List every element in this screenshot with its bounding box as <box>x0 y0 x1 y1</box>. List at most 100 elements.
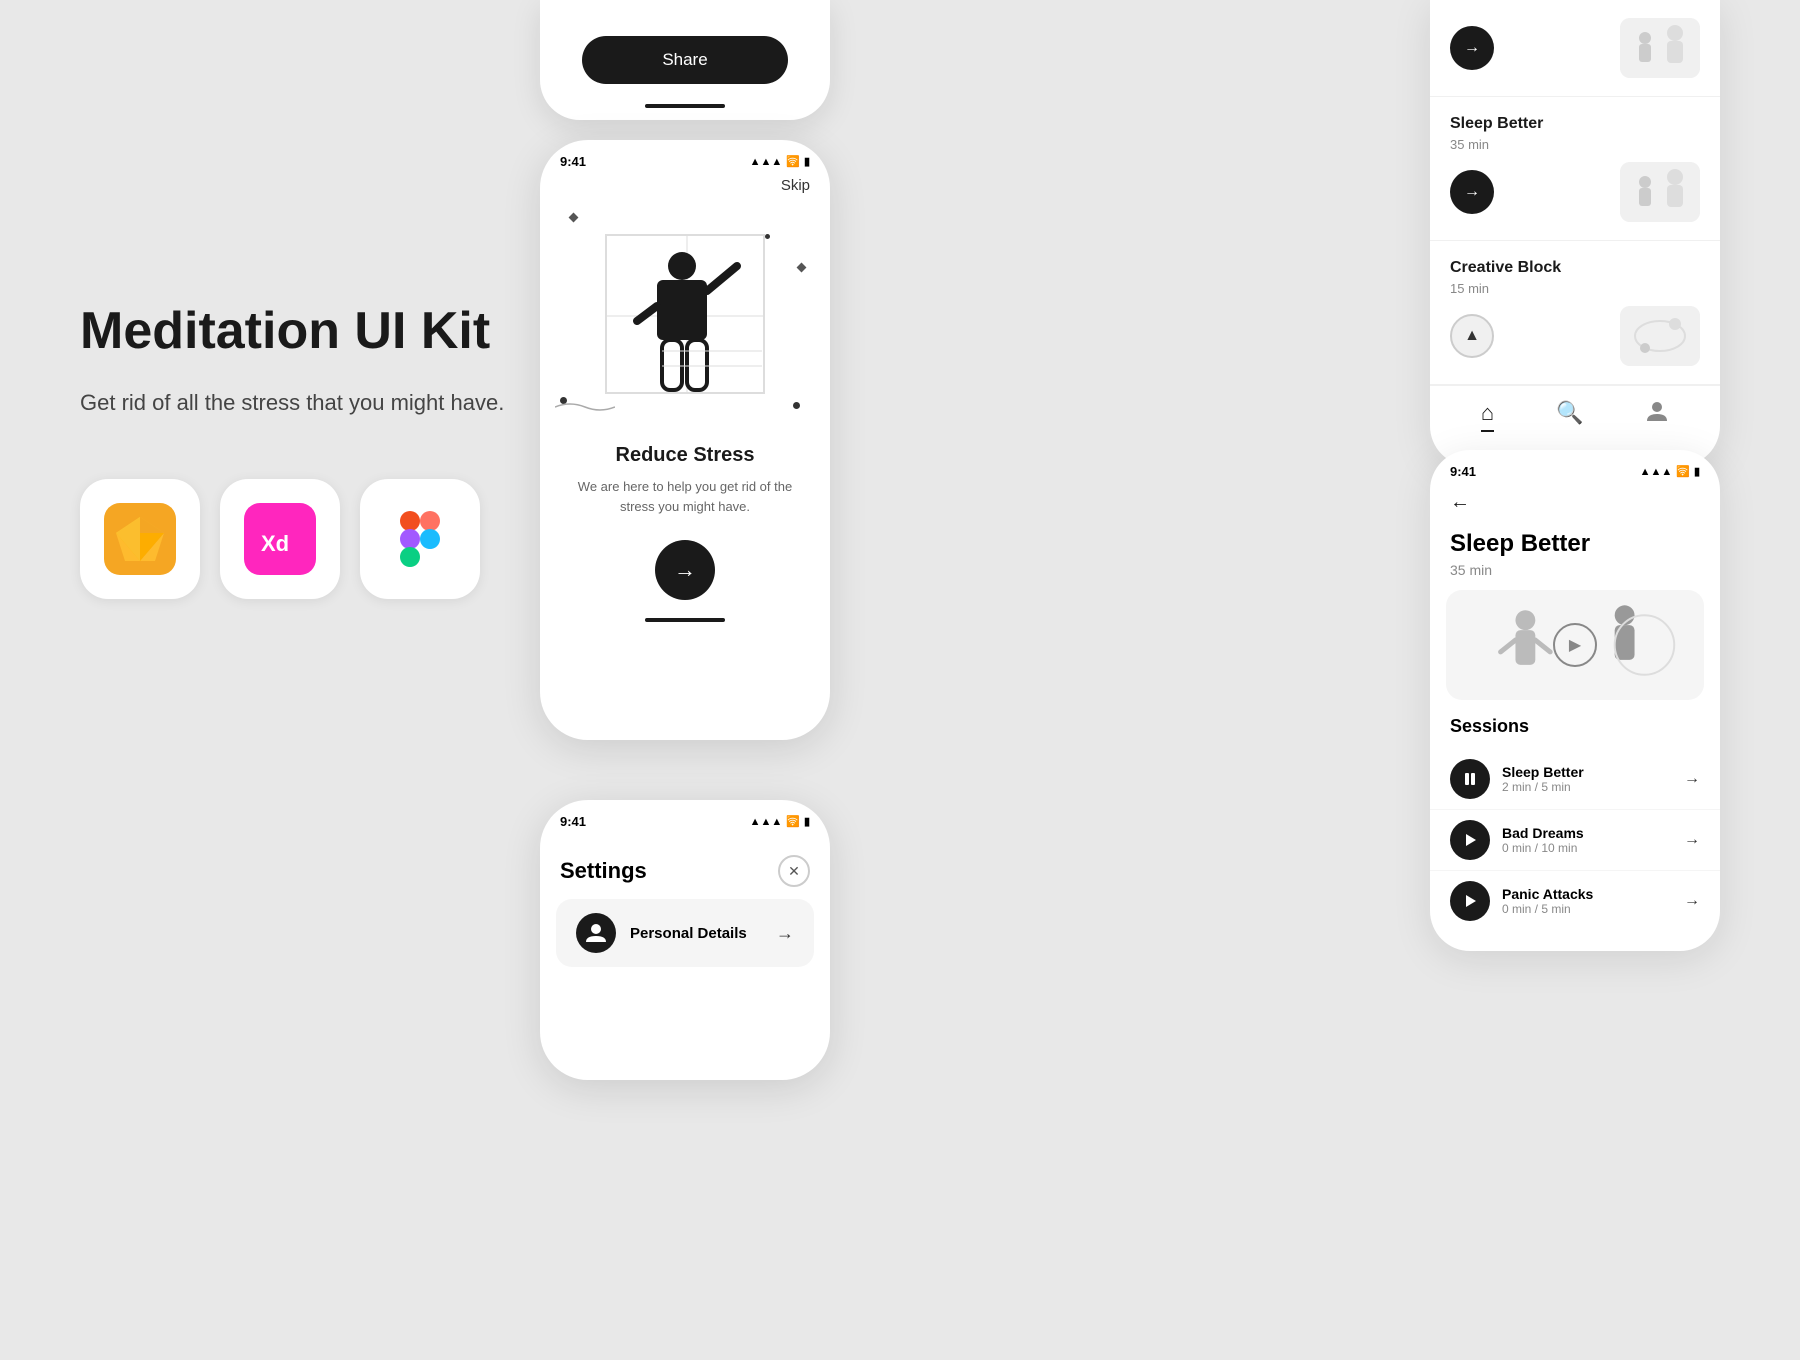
sleep-better-thumb <box>1620 162 1700 222</box>
first-session-thumb <box>1620 18 1700 78</box>
status-bar: 9:41 ▲▲▲ 🛜 ▮ <box>540 140 830 177</box>
detail-play-button[interactable]: ▶ <box>1553 623 1597 667</box>
bottom-navigation: ⌂ 🔍 <box>1430 385 1720 446</box>
personal-details-arrow: → <box>776 923 794 944</box>
creative-block-name: Creative Block <box>1450 259 1700 277</box>
personal-avatar-icon <box>576 913 616 953</box>
sessions-label: Sessions <box>1430 716 1720 749</box>
detail-phone: 9:41 ▲▲▲ 🛜 ▮ ← Sleep Better 35 min ▶ Ses… <box>1430 450 1720 951</box>
session-item-bad-dreams[interactable]: Bad Dreams 0 min / 10 min → <box>1430 810 1720 871</box>
back-arrow-icon: ← <box>1450 491 1470 513</box>
onboard-cta-button[interactable]: → <box>655 540 715 600</box>
settings-close-icon[interactable]: ✕ <box>778 855 810 887</box>
share-button[interactable]: Share <box>582 36 787 84</box>
personal-details-item[interactable]: Personal Details → <box>556 899 814 967</box>
panic-attacks-list-sub: 0 min / 5 min <box>1502 902 1672 916</box>
skip-button[interactable]: Skip <box>540 177 830 204</box>
figma-icon <box>384 503 456 575</box>
session-item-sleep-better[interactable]: Sleep Better 2 min / 5 min → <box>1430 749 1720 810</box>
app-subtitle: Get rid of all the stress that you might… <box>80 386 540 419</box>
detail-duration: 35 min <box>1430 562 1720 590</box>
sleep-play-icon: → <box>1464 183 1480 201</box>
settings-title: Settings <box>560 858 647 884</box>
first-play-button[interactable]: → <box>1450 26 1494 70</box>
detail-title: Sleep Better <box>1430 522 1720 562</box>
wifi-icon: 🛜 <box>786 155 800 168</box>
app-title: Meditation UI Kit <box>80 300 540 362</box>
personal-details-label: Personal Details <box>630 925 762 942</box>
settings-signal-icon: ▲▲▲ <box>750 816 783 828</box>
tool-icons-row: Xd <box>80 479 540 599</box>
bad-dreams-list-info: Bad Dreams 0 min / 10 min <box>1502 825 1672 855</box>
figure-svg <box>607 236 765 394</box>
home-indicator <box>645 104 725 108</box>
first-session-card: → <box>1430 0 1720 97</box>
panic-attacks-arrow: → <box>1684 892 1700 910</box>
settings-status-bar: 9:41 ▲▲▲ 🛜 ▮ <box>540 800 830 837</box>
play-icon-panic <box>1450 881 1490 921</box>
detail-status-icons: ▲▲▲ 🛜 ▮ <box>1640 465 1700 478</box>
battery-icon: ▮ <box>804 155 810 168</box>
deco-dot-3 <box>793 402 800 409</box>
settings-header: Settings ✕ <box>540 837 830 899</box>
panic-attacks-list-info: Panic Attacks 0 min / 5 min <box>1502 886 1672 916</box>
settings-battery-icon: ▮ <box>804 815 810 828</box>
onboard-description: We are here to help you get rid of the s… <box>540 477 830 516</box>
settings-wifi-icon: 🛜 <box>786 815 800 828</box>
creative-block-play[interactable]: ▲ <box>1450 314 1494 358</box>
sketch-icon <box>104 503 176 575</box>
deco-diamond-2 <box>797 263 807 273</box>
deco-dot-2 <box>765 234 770 239</box>
svg-text:Xd: Xd <box>261 531 289 556</box>
sleep-better-list-sub: 2 min / 5 min <box>1502 780 1672 794</box>
cta-arrow-icon: → <box>674 557 696 583</box>
left-section: Meditation UI Kit Get rid of all the str… <box>80 300 540 599</box>
back-button[interactable]: ← <box>1430 483 1720 522</box>
creative-block-duration: 15 min <box>1450 281 1700 296</box>
settings-status-time: 9:41 <box>560 814 586 829</box>
phone-top-partial: Share <box>540 0 830 120</box>
detail-battery-icon: ▮ <box>1694 465 1700 478</box>
detail-status-bar: 9:41 ▲▲▲ 🛜 ▮ <box>1430 450 1720 483</box>
home-nav-icon[interactable]: ⌂ <box>1481 400 1494 432</box>
sleep-better-list-name: Sleep Better <box>1502 764 1672 780</box>
profile-nav-icon[interactable] <box>1645 400 1669 432</box>
sleep-better-list-info: Sleep Better 2 min / 5 min <box>1502 764 1672 794</box>
first-session-row: → <box>1450 18 1700 78</box>
onboarding-phone: 9:41 ▲▲▲ 🛜 ▮ Skip <box>540 140 830 740</box>
creative-block-thumb <box>1620 306 1700 366</box>
signal-icon: ▲▲▲ <box>750 156 783 168</box>
detail-hero-image: ▶ <box>1446 590 1704 700</box>
figma-icon-wrap <box>360 479 480 599</box>
settings-phone: 9:41 ▲▲▲ 🛜 ▮ Settings ✕ Personal Details… <box>540 800 830 1080</box>
illustration-frame <box>605 234 765 394</box>
adobe-xd-icon-wrap: Xd <box>220 479 340 599</box>
detail-status-time: 9:41 <box>1450 464 1476 479</box>
session-item-panic-attacks[interactable]: Panic Attacks 0 min / 5 min → <box>1430 871 1720 931</box>
sketch-icon-wrap <box>80 479 200 599</box>
sleep-better-play[interactable]: → <box>1450 170 1494 214</box>
creative-play-icon: ▲ <box>1464 327 1480 345</box>
onboarding-illustration <box>540 204 830 424</box>
deco-diamond-1 <box>569 213 579 223</box>
home-indicator-middle <box>645 618 725 622</box>
settings-status-icons: ▲▲▲ 🛜 ▮ <box>750 815 810 828</box>
sleep-better-card: Sleep Better 35 min → <box>1430 97 1720 241</box>
detail-wifi-icon: 🛜 <box>1676 465 1690 478</box>
bad-dreams-list-sub: 0 min / 10 min <box>1502 841 1672 855</box>
panic-attacks-list-name: Panic Attacks <box>1502 886 1672 902</box>
adobe-xd-icon: Xd <box>244 503 316 575</box>
sleep-better-name: Sleep Better <box>1450 115 1700 133</box>
bad-dreams-list-name: Bad Dreams <box>1502 825 1672 841</box>
first-play-icon: → <box>1464 39 1480 57</box>
creative-block-card: Creative Block 15 min ▲ <box>1430 241 1720 385</box>
status-icons: ▲▲▲ 🛜 ▮ <box>750 155 810 168</box>
status-time: 9:41 <box>560 154 586 169</box>
detail-signal-icon: ▲▲▲ <box>1640 466 1673 478</box>
play-icon-bad-dreams <box>1450 820 1490 860</box>
session-list-panel: → Sleep Better 35 min → <box>1430 0 1720 466</box>
onboard-title: Reduce Stress <box>540 424 830 477</box>
sleep-better-duration: 35 min <box>1450 137 1700 152</box>
search-nav-icon[interactable]: 🔍 <box>1556 400 1583 432</box>
sleep-better-arrow: → <box>1684 770 1700 788</box>
